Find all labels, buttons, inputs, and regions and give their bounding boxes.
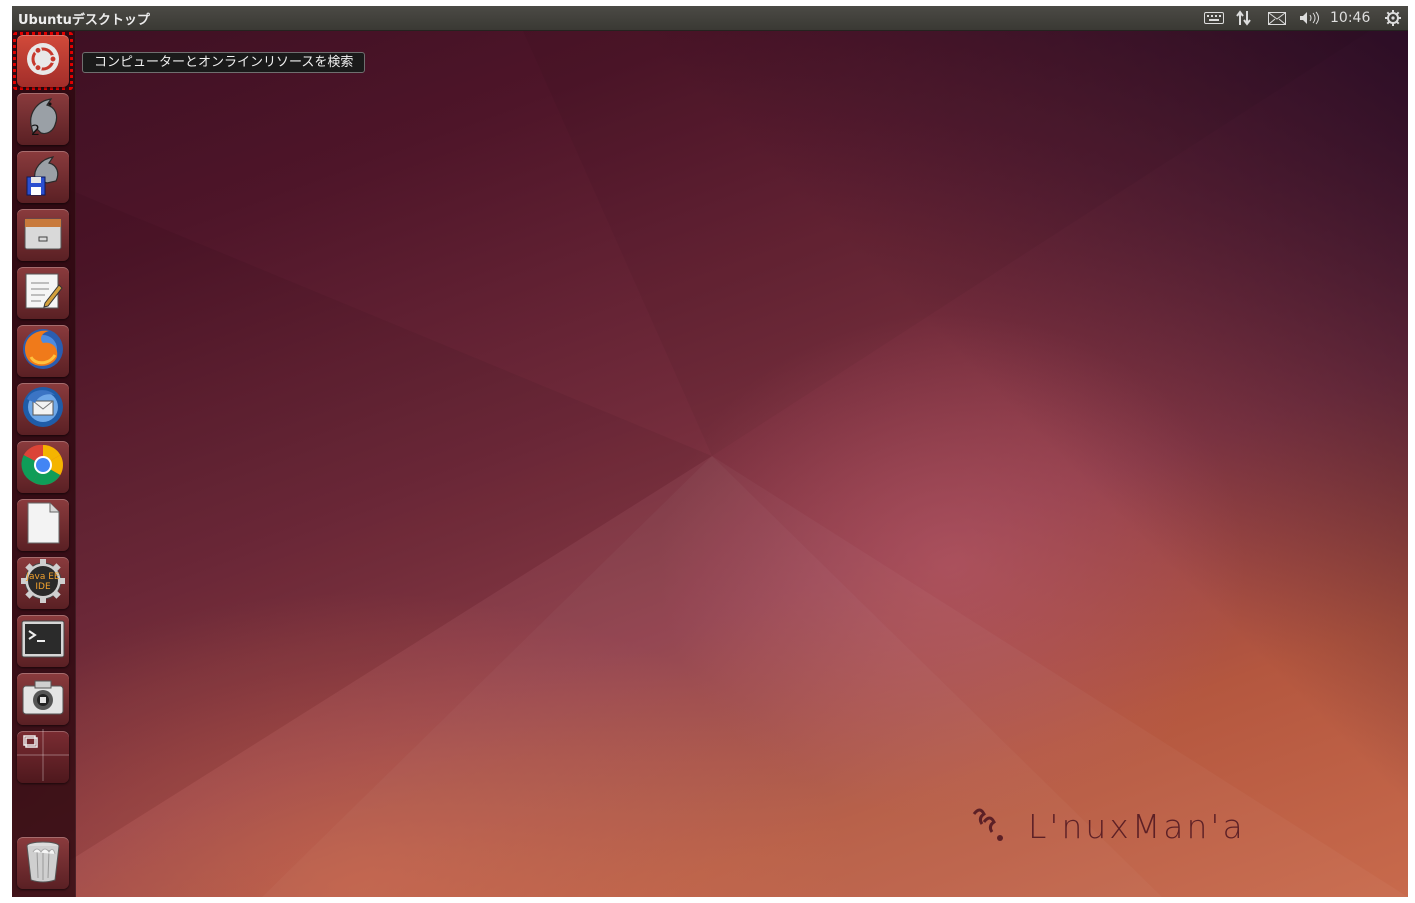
workspace-switcher-icon	[17, 729, 69, 785]
launcher-item-terminal[interactable]	[17, 615, 69, 667]
launcher-item-screenshot[interactable]	[17, 673, 69, 725]
chrome-icon	[21, 443, 65, 491]
firefox-icon	[21, 327, 65, 375]
svg-text:Java EE: Java EE	[25, 572, 60, 582]
launcher-item-files[interactable]	[17, 209, 69, 261]
keyboard-icon[interactable]	[1202, 9, 1226, 27]
svg-text:2: 2	[31, 123, 40, 139]
launcher-item-dolphin-save[interactable]	[17, 151, 69, 203]
ubuntu-logo-icon	[26, 42, 60, 80]
launcher-item-trash[interactable]	[17, 837, 69, 889]
network-icon[interactable]	[1233, 9, 1255, 27]
volume-icon[interactable]	[1298, 9, 1322, 27]
launcher-item-workspace-switcher[interactable]	[17, 729, 69, 785]
desktop[interactable]: Ubuntuデスクトップ 10:46 2 Java EE IDE コンピューター…	[12, 6, 1408, 897]
launcher-item-chrome[interactable]	[17, 441, 69, 493]
mail-icon[interactable]	[1266, 9, 1288, 27]
clock[interactable]: 10:46	[1330, 10, 1370, 26]
dolphin-floppy-icon	[23, 153, 63, 201]
launcher: 2 Java EE IDE	[12, 31, 76, 897]
camera-icon	[21, 678, 65, 720]
linuxmania-logo-icon	[970, 804, 1010, 848]
java-ee-ide-icon: Java EE IDE	[20, 558, 66, 608]
file-cabinet-icon	[23, 213, 63, 257]
trash-icon	[23, 838, 63, 888]
launcher-item-eclipse-java-ee[interactable]: Java EE IDE	[17, 557, 69, 609]
window-title: Ubuntuデスクトップ	[18, 13, 150, 28]
launcher-item-firefox[interactable]	[17, 325, 69, 377]
thunderbird-icon	[21, 385, 65, 433]
document-icon	[23, 501, 63, 549]
svg-text:IDE: IDE	[35, 582, 51, 592]
top-panel: Ubuntuデスクトップ 10:46	[12, 6, 1408, 31]
gear-icon[interactable]	[1382, 9, 1404, 27]
dolphin-icon: 2	[23, 95, 63, 143]
dash-tooltip: コンピューターとオンラインリソースを検索	[82, 52, 366, 73]
launcher-item-text-editor[interactable]	[17, 267, 69, 319]
watermark-text: L'nuxMan'a	[1028, 806, 1246, 846]
launcher-item-thunderbird[interactable]	[17, 383, 69, 435]
watermark: L'nuxMan'a	[970, 804, 1246, 848]
dash-home-button[interactable]	[17, 35, 69, 87]
wallpaper-facets	[12, 6, 1408, 897]
text-editor-icon	[23, 271, 63, 315]
terminal-icon	[21, 620, 65, 662]
launcher-item-libreoffice[interactable]	[17, 499, 69, 551]
launcher-item-dolphin-2[interactable]: 2	[17, 93, 69, 145]
